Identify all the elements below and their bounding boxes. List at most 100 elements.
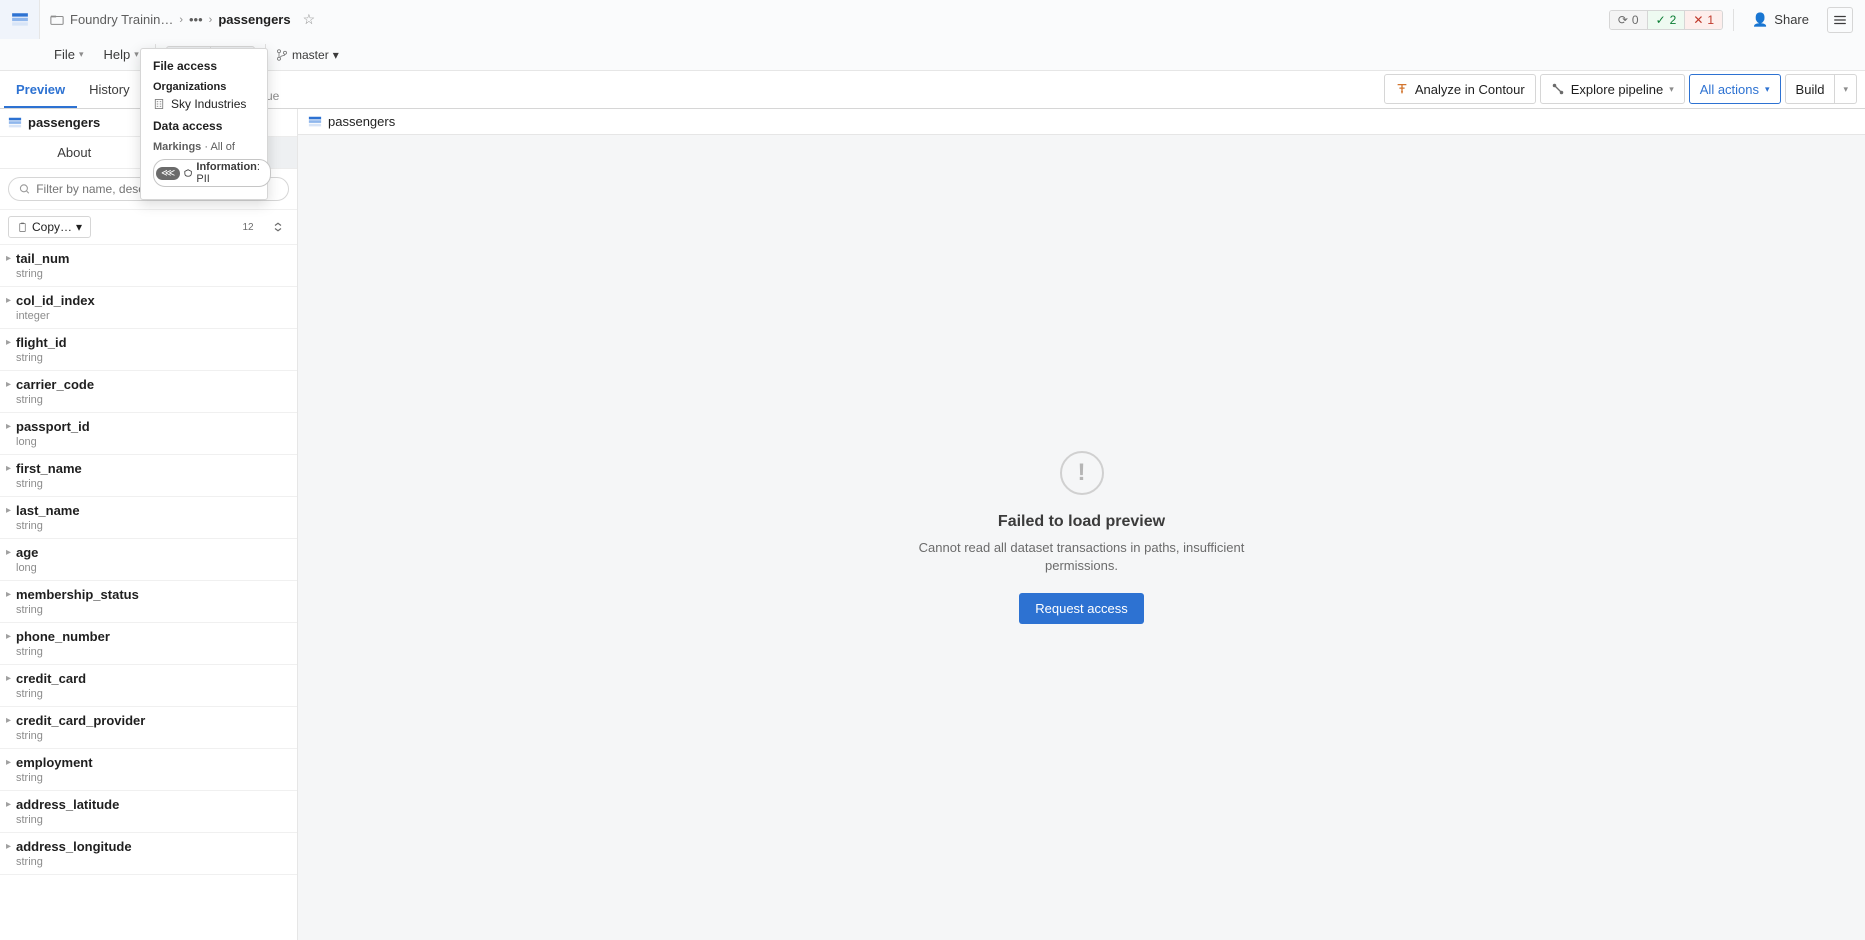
column-name: passport_id	[16, 419, 90, 434]
status-pill-group: ⟳0 ✓2 ✕1	[1609, 10, 1723, 30]
access-popover: File access Organizations Sky Industries…	[140, 48, 268, 200]
dataset-icon	[308, 115, 322, 129]
caret-down-icon: ▾	[76, 220, 82, 234]
pipeline-icon	[1551, 82, 1565, 96]
caret-down-icon: ▾	[1669, 84, 1674, 95]
column-item[interactable]: ▸employmentstring	[0, 749, 297, 791]
column-item[interactable]: ▸credit_cardstring	[0, 665, 297, 707]
chevron-right-icon: ▸	[6, 841, 14, 852]
request-access-button[interactable]: Request access	[1019, 593, 1144, 624]
tab-preview[interactable]: Preview	[4, 72, 77, 108]
check-status[interactable]: ✓2	[1647, 11, 1685, 29]
collapse-all-button[interactable]	[267, 216, 289, 238]
column-item[interactable]: ▸col_id_indexinteger	[0, 287, 297, 329]
column-list: ▸tail_numstring▸col_id_indexinteger▸flig…	[0, 245, 297, 940]
popover-org-item[interactable]: Sky Industries	[153, 97, 255, 111]
column-item[interactable]: ▸phone_numberstring	[0, 623, 297, 665]
column-item[interactable]: ▸agelong	[0, 539, 297, 581]
build-button[interactable]: Build	[1785, 74, 1836, 104]
column-item[interactable]: ▸address_longitudestring	[0, 833, 297, 875]
column-type: string	[16, 730, 287, 742]
column-type: string	[16, 772, 287, 784]
column-item[interactable]: ▸passport_idlong	[0, 413, 297, 455]
empty-title: Failed to load preview	[902, 513, 1262, 531]
column-item[interactable]: ▸last_namestring	[0, 497, 297, 539]
column-name: col_id_index	[16, 293, 95, 308]
dataset-icon	[8, 116, 22, 130]
chevron-right-icon: ›	[179, 14, 183, 26]
column-type: string	[16, 394, 287, 406]
chevron-right-icon: ▸	[6, 505, 14, 516]
breadcrumb-leaf[interactable]: passengers	[218, 12, 290, 27]
all-actions-button[interactable]: All actions ▾	[1689, 74, 1781, 104]
share-icon: 👤	[1752, 12, 1768, 28]
column-type: string	[16, 604, 287, 616]
tab-history[interactable]: History	[77, 72, 141, 108]
breadcrumb-ellipsis[interactable]: •••	[189, 12, 203, 27]
column-type: long	[16, 436, 287, 448]
chevron-right-icon: ▸	[6, 673, 14, 684]
explore-pipeline-button[interactable]: Explore pipeline ▾	[1540, 74, 1685, 104]
chevron-right-icon: ▸	[6, 757, 14, 768]
share-button[interactable]: 👤 Share	[1744, 8, 1817, 32]
column-item[interactable]: ▸membership_statusstring	[0, 581, 297, 623]
analyze-button[interactable]: Analyze in Contour	[1384, 74, 1536, 104]
chevron-right-icon: ▸	[6, 463, 14, 474]
menu-file[interactable]: File▾	[48, 43, 89, 66]
chevron-right-icon: ▸	[6, 715, 14, 726]
sidebar-tab-about[interactable]: About	[0, 137, 149, 168]
build-caret-button[interactable]: ▾	[1835, 74, 1857, 104]
column-name: credit_card	[16, 671, 86, 686]
caret-down-icon: ▾	[1843, 84, 1848, 95]
folder-icon	[50, 13, 64, 27]
column-item[interactable]: ▸tail_numstring	[0, 245, 297, 287]
sidebar: passengers About Col… Copy… ▾ 12	[0, 109, 298, 940]
building-icon	[153, 98, 165, 110]
list-icon	[1833, 13, 1847, 27]
chevron-right-icon: ▸	[6, 631, 14, 642]
popover-orgs-label: Organizations	[153, 81, 255, 93]
separator	[1733, 9, 1734, 31]
chevron-right-icon: ▸	[6, 295, 14, 306]
marking-chip[interactable]: ⋘ Information: PII	[153, 159, 271, 187]
x-icon: ✕	[1693, 13, 1703, 27]
branch-selector[interactable]: master ▾	[276, 48, 339, 62]
chevron-right-icon: ▸	[6, 799, 14, 810]
chevron-right-icon: ▸	[6, 253, 14, 264]
column-name: membership_status	[16, 587, 139, 602]
dataset-icon	[11, 11, 29, 29]
column-item[interactable]: ▸carrier_codestring	[0, 371, 297, 413]
column-type: string	[16, 352, 287, 364]
column-item[interactable]: ▸first_namestring	[0, 455, 297, 497]
empty-state: ! Failed to load preview Cannot read all…	[902, 451, 1262, 624]
column-type: string	[16, 520, 287, 532]
menubar: File▾ Help▾ 1 1 master ▾	[0, 39, 1865, 71]
titlebar-actions: ⟳0 ✓2 ✕1 👤 Share	[1609, 7, 1865, 33]
menu-help[interactable]: Help▾	[97, 43, 144, 66]
popover-markings-row: Markings · All of	[153, 141, 255, 153]
content-area: passengers ! Failed to load preview Cann…	[298, 109, 1865, 940]
error-status[interactable]: ✕1	[1684, 11, 1722, 29]
column-name: age	[16, 545, 38, 560]
chevron-right-icon: ›	[209, 14, 213, 26]
link-icon: ⋘	[156, 167, 180, 180]
column-type: string	[16, 268, 287, 280]
caret-down-icon: ▾	[1765, 84, 1770, 95]
app-icon[interactable]	[0, 0, 40, 40]
column-item[interactable]: ▸address_latitudestring	[0, 791, 297, 833]
column-count: 12	[237, 216, 259, 238]
column-name: carrier_code	[16, 377, 94, 392]
chevron-right-icon: ▸	[6, 337, 14, 348]
column-name: first_name	[16, 461, 82, 476]
column-item[interactable]: ▸flight_idstring	[0, 329, 297, 371]
content-header: passengers	[298, 109, 1865, 135]
content-tabbar: Preview History Details Analyze in Conto…	[0, 71, 1865, 109]
column-item[interactable]: ▸credit_card_providerstring	[0, 707, 297, 749]
list-icon-button[interactable]	[1827, 7, 1853, 33]
empty-description: Cannot read all dataset transactions in …	[902, 539, 1262, 575]
star-icon[interactable]: ☆	[303, 11, 316, 28]
alert-icon: !	[1060, 451, 1104, 495]
copy-menu[interactable]: Copy… ▾	[8, 216, 91, 238]
refresh-status[interactable]: ⟳0	[1610, 11, 1647, 29]
breadcrumb-root[interactable]: Foundry Trainin…	[70, 12, 173, 27]
